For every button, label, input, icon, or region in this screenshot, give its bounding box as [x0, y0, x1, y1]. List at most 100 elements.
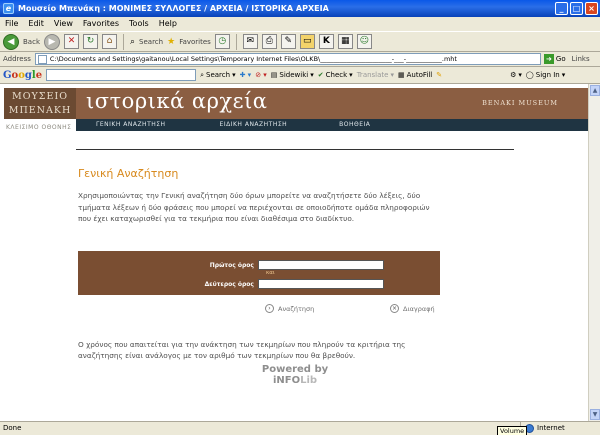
header-banner: ιστορικά αρχεία BENAKI MUSEUM [76, 88, 588, 119]
page-icon [37, 55, 47, 64]
wrench-icon: ⚙ [510, 71, 517, 79]
window-title: Μουσείο Μπενάκη : ΜΟΝΙΜΕΣ ΣΥΛΛΟΓΕΣ / ΑΡΧ… [18, 4, 329, 13]
logo-line-2: ΜΠΕΝΑΚΗ [8, 105, 72, 116]
signin-button[interactable]: ◯ Sign In ▾ [526, 71, 565, 79]
menu-view[interactable]: View [54, 17, 73, 31]
section-title: Γενική Αναζήτηση [78, 167, 179, 180]
security-zone: Internet [520, 422, 600, 435]
menu-file[interactable]: File [5, 17, 18, 31]
vertical-scrollbar[interactable]: ▲ ▼ [588, 84, 600, 421]
print-icon[interactable]: ⎙ [261, 34, 277, 49]
divider [76, 149, 514, 150]
menu-bar: File Edit View Favorites Tools Help [0, 17, 600, 31]
first-term-input[interactable] [258, 260, 384, 270]
museum-logo[interactable]: ΜΟΥΣΕΙΟ ΜΠΕΝΑΚΗ [4, 88, 76, 119]
clear-button[interactable]: × Διαγραφή [390, 304, 435, 313]
first-term-label: Πρώτος όρος [209, 261, 254, 269]
close-button[interactable]: × [585, 2, 598, 15]
check-button[interactable]: ✔ Check ▾ [318, 71, 353, 79]
nav-special-search[interactable]: ΕΙΔΙΚΗ ΑΝΑΖΗΤΗΣΗ [220, 119, 288, 131]
autofill-button[interactable]: ▦ AutoFill [398, 71, 432, 79]
address-url: C:\Documents and Settings\gaitanou\Local… [49, 55, 457, 63]
status-text: Done [3, 424, 22, 432]
sidewiki-icon: ▤ [270, 71, 278, 79]
intro-text: Χρησιμοποιώντας την Γενική αναζήτηση δύο… [78, 191, 430, 223]
search-icon[interactable]: ⌕ [130, 37, 135, 47]
retrieval-note: Ο χρόνος που απαιτείται για την ανάκτηση… [78, 340, 406, 360]
favorites-star-icon[interactable]: ★ [167, 37, 175, 47]
minimize-button[interactable]: _ [555, 2, 568, 15]
go-arrow-icon: ➜ [543, 54, 554, 64]
maximize-button[interactable]: □ [570, 2, 583, 15]
zone-label: Internet [537, 424, 565, 432]
window-titlebar: e Μουσείο Μπενάκη : ΜΟΝΙΜΕΣ ΣΥΛΛΟΓΕΣ / Α… [0, 0, 600, 17]
google-plus-button[interactable]: ✚ ▾ [240, 71, 252, 79]
google-blocker-button[interactable]: ⊘ ▾ [255, 71, 267, 79]
search-button[interactable]: › Αναζήτηση [265, 304, 314, 313]
search-button-label: Αναζήτηση [278, 304, 315, 313]
google-search-input[interactable] [46, 69, 197, 81]
forward-arrow-icon[interactable]: ▶ [44, 33, 60, 50]
google-toolbar: Google ⌕ Search ▾ ✚ ▾ ⊘ ▾ ▤ Sidewiki ▾ ✔ Ch… [0, 67, 600, 84]
stop-icon[interactable]: ✕ [64, 34, 79, 49]
links-label[interactable]: Links [572, 55, 590, 63]
scroll-up-arrow-icon[interactable]: ▲ [590, 85, 600, 96]
menu-help[interactable]: Help [159, 17, 177, 31]
nav-help[interactable]: ΒΟΗΘΕΙΑ [339, 119, 370, 131]
close-screen-link[interactable]: ΚΛΕΙΣΙΜΟ ΟΘΟΝΗΣ [6, 124, 71, 131]
folder-icon[interactable]: ▭ [299, 34, 315, 49]
mail-icon[interactable]: ✉ [242, 34, 258, 49]
menu-edit[interactable]: Edit [28, 17, 44, 31]
edit-icon[interactable]: ✎ [280, 34, 296, 49]
messenger-icon[interactable]: ☺ [356, 34, 372, 49]
powered-lib-text: Lib [300, 375, 318, 386]
address-input[interactable]: C:\Documents and Settings\gaitanou\Local… [34, 53, 541, 65]
ie-icon: e [3, 3, 14, 14]
powered-by-text: Powered by [261, 364, 329, 375]
search-form: Πρώτος όρος και Δεύτερος όρος [78, 251, 440, 295]
autofill-icon: ▦ [398, 71, 405, 79]
menu-favorites[interactable]: Favorites [83, 17, 119, 31]
address-label: Address [3, 55, 31, 63]
translate-button[interactable]: Translate ▾ [357, 71, 394, 79]
check-icon: ✔ [317, 71, 324, 79]
search-button-label[interactable]: Search [139, 38, 163, 46]
powered-info-text: iNFO [272, 375, 301, 386]
go-button[interactable]: ➜ Go [543, 54, 566, 64]
sidewiki-button[interactable]: ▤ Sidewiki ▾ [271, 71, 314, 79]
address-bar: Address C:\Documents and Settings\gaitan… [0, 52, 600, 67]
page-title: ιστορικά αρχεία [86, 89, 268, 113]
second-term-input[interactable] [258, 279, 384, 289]
google-logo: Google [3, 69, 43, 81]
go-label: Go [555, 55, 566, 63]
settings-button[interactable]: ⚙ ▾ [510, 71, 522, 79]
volume-tooltip: Volume [497, 426, 528, 435]
standard-toolbar: ◀ Back ▶ ✕ ↻ ⌂ ⌕ Search ★ Favorites ◷ ✉ … [0, 31, 600, 52]
user-icon: ◯ [525, 71, 534, 79]
toolbar-k-icon[interactable]: K [318, 34, 334, 49]
favorites-button-label[interactable]: Favorites [179, 38, 211, 46]
history-icon[interactable]: ◷ [214, 34, 230, 49]
nav-general-search[interactable]: ΓΕΝΙΚΗ ΑΝΑΖΗΤΗΣΗ [96, 119, 166, 131]
toolbar-separator [123, 33, 124, 50]
search-icon: ⌕ [200, 70, 204, 79]
powered-by-logo[interactable]: Powered by iNFOLib [250, 364, 340, 386]
menu-tools[interactable]: Tools [129, 17, 149, 31]
toolbar-map-icon[interactable]: ▦ [337, 34, 353, 49]
scroll-down-arrow-icon[interactable]: ▼ [590, 409, 600, 420]
and-label: και [266, 270, 275, 276]
refresh-icon[interactable]: ↻ [83, 34, 98, 49]
nav-bar: ΓΕΝΙΚΗ ΑΝΑΖΗΤΗΣΗ ΕΙΔΙΚΗ ΑΝΑΖΗΤΗΣΗ ΒΟΗΘΕΙ… [76, 119, 588, 131]
google-search-button[interactable]: ⌕ Search ▾ [200, 71, 236, 80]
logo-line-1: ΜΟΥΣΕΙΟ [12, 91, 68, 102]
toolbar-separator [235, 33, 237, 50]
arrow-right-icon: › [265, 304, 274, 313]
second-term-label: Δεύτερος όρος [204, 280, 254, 288]
brand-label: BENAKI MUSEUM [482, 99, 558, 107]
back-button-label[interactable]: Back [23, 38, 40, 46]
close-circle-icon: × [390, 304, 399, 313]
home-icon[interactable]: ⌂ [102, 34, 117, 49]
web-page: ΜΟΥΣΕΙΟ ΜΠΕΝΑΚΗ ιστορικά αρχεία BENAKI M… [0, 84, 588, 421]
pencil-icon[interactable]: ✎ [436, 71, 442, 79]
back-arrow-icon[interactable]: ◀ [3, 33, 19, 50]
